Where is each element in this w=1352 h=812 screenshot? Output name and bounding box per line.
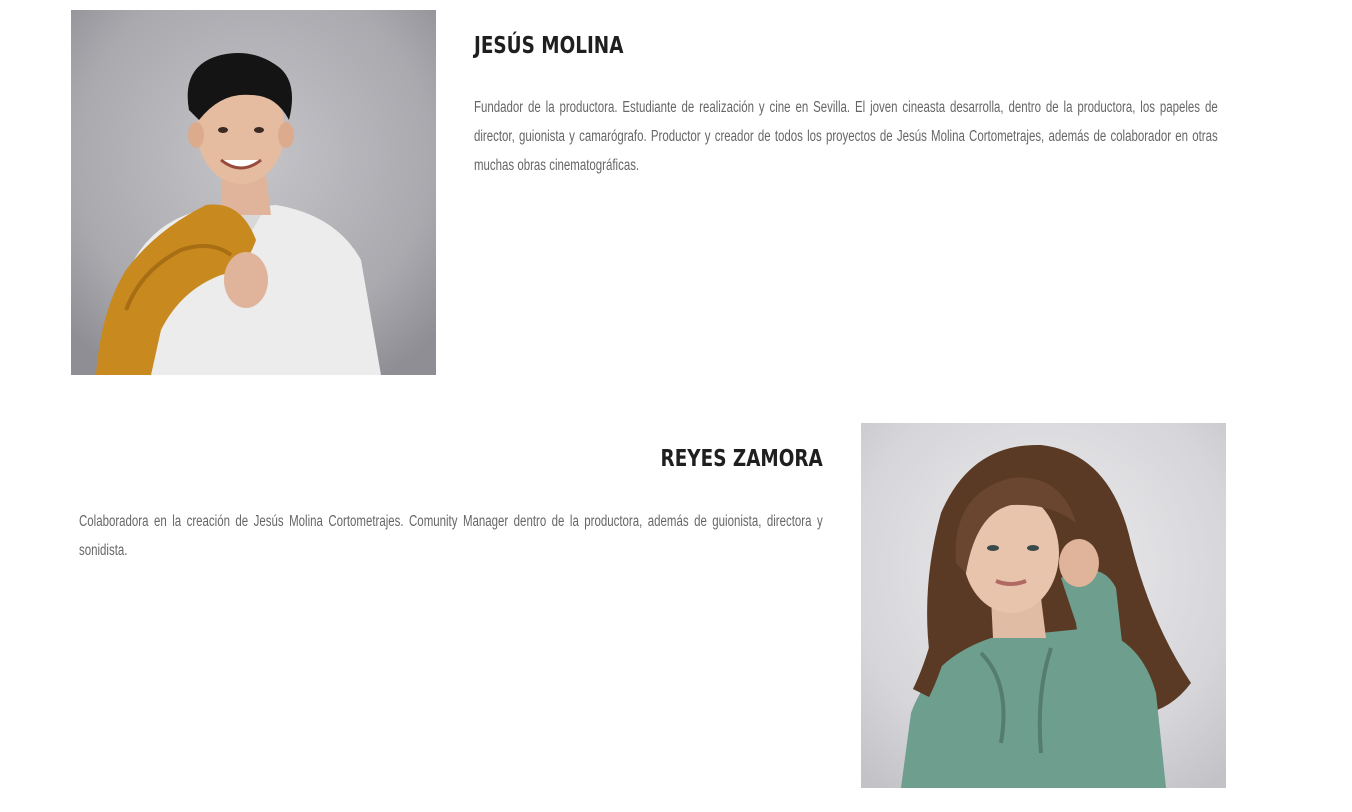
member-name: REYES ZAMORA — [660, 446, 823, 472]
member-photo-reyes-zamora — [861, 423, 1226, 788]
member-bio: Fundador de la productora. Estudiante de… — [474, 99, 1218, 174]
member-photo-jesus-molina — [71, 10, 436, 375]
member-bio-container: Colaboradora en la creación de Jesús Mol… — [79, 507, 823, 565]
member-name: JESÚS MOLINA — [474, 33, 624, 59]
member-bio: Colaboradora en la creación de Jesús Mol… — [79, 513, 823, 559]
member-bio-container: Fundador de la productora. Estudiante de… — [474, 93, 1218, 180]
